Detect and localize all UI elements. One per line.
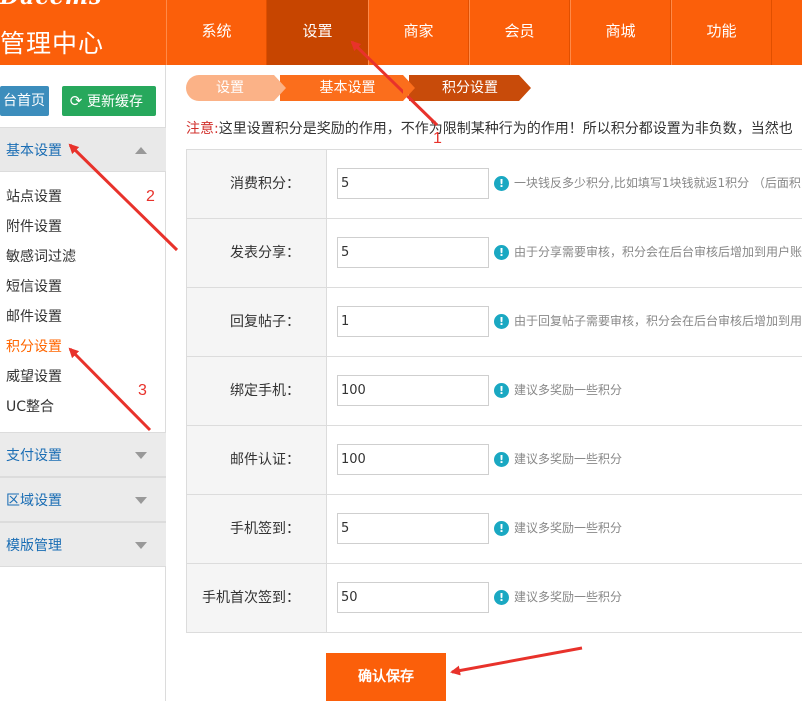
breadcrumb: 设置 基本设置 积分设置 <box>186 75 531 101</box>
sidebar-item-mail-settings[interactable]: 邮件设置 <box>0 302 166 332</box>
field-tip: 一块钱反多少积分,比如填写1块钱就返1积分 （后面积 <box>514 176 801 190</box>
form-row-post-share: 发表分享： ! 由于分享需要审核，积分会在后台审核后增加到用户账 <box>186 219 802 288</box>
reply-post-input[interactable] <box>337 306 489 337</box>
field-label: 手机签到： <box>187 495 327 563</box>
nav-item-system[interactable]: 系统 <box>166 0 267 65</box>
notice-body: 这里设置积分是奖励的作用，不作为限制某种行为的作用！所以积分都设置为非负数，当然… <box>218 121 793 137</box>
post-share-input[interactable] <box>337 237 489 268</box>
form-row-reply-post: 回复帖子： ! 由于回复帖子需要审核，积分会在后台审核后增加到用 <box>186 288 802 357</box>
info-icon: ! <box>494 245 509 260</box>
annotation-number-1: 1 <box>433 130 442 147</box>
main-nav: 系统 设置 商家 会员 商城 功能 <box>166 0 772 65</box>
info-icon: ! <box>494 176 509 191</box>
nav-item-member[interactable]: 会员 <box>469 0 570 65</box>
field-label: 绑定手机： <box>187 357 327 425</box>
field-tip: 建议多奖励一些积分 <box>514 590 623 604</box>
collapse-up-icon <box>135 147 147 154</box>
logo: Dacems <box>0 0 102 8</box>
form-row-phone-first-checkin: 手机首次签到： ! 建议多奖励一些积分 <box>186 564 802 633</box>
chevron-down-icon <box>135 542 147 549</box>
field-tip: 由于分享需要审核，积分会在后台审核后增加到用户账 <box>514 245 802 259</box>
info-icon: ! <box>494 314 509 329</box>
sidebar-group-basic-settings[interactable]: 基本设置 <box>0 127 166 172</box>
sidebar-item-site-settings[interactable]: 站点设置 <box>0 182 166 212</box>
nav-item-merchant[interactable]: 商家 <box>368 0 469 65</box>
sidebar-group-region-settings[interactable]: 区域设置 <box>0 477 166 522</box>
sidebar-item-sensitive-word-filter[interactable]: 敏感词过滤 <box>0 242 166 272</box>
sidebar-group-template-management[interactable]: 模版管理 <box>0 522 166 567</box>
field-label: 邮件认证： <box>187 426 327 494</box>
field-tip: 建议多奖励一些积分 <box>514 452 623 466</box>
notice-text: 注意:这里设置积分是奖励的作用，不作为限制某种行为的作用！所以积分都设置为非负数… <box>186 118 802 138</box>
info-icon: ! <box>494 521 509 536</box>
sidebar-group-label: 区域设置 <box>6 493 62 509</box>
form-row-mail-verify: 邮件认证： ! 建议多奖励一些积分 <box>186 426 802 495</box>
sidebar-group-label: 支付设置 <box>6 448 62 464</box>
chevron-down-icon <box>135 497 147 504</box>
field-label: 回复帖子： <box>187 288 327 356</box>
nav-item-settings[interactable]: 设置 <box>267 0 368 65</box>
main-content: 设置 基本设置 积分设置 注意:这里设置积分是奖励的作用，不作为限制某种行为的作… <box>166 65 802 701</box>
field-label: 发表分享： <box>187 219 327 287</box>
field-label: 消费积分： <box>187 150 327 218</box>
phone-first-checkin-input[interactable] <box>337 582 489 613</box>
annotation-number-3: 3 <box>138 382 147 399</box>
sidebar-tools: 台首页 ⟳ 更新缓存 <box>0 65 166 120</box>
backend-home-button[interactable]: 台首页 <box>0 86 49 116</box>
sidebar-item-attachment-settings[interactable]: 附件设置 <box>0 212 166 242</box>
points-form: 消费积分： ! 一块钱反多少积分,比如填写1块钱就返1积分 （后面积 发表分享：… <box>186 149 802 633</box>
chevron-down-icon <box>135 452 147 459</box>
notice-tag: 注意: <box>186 121 219 137</box>
update-cache-button[interactable]: ⟳ 更新缓存 <box>62 86 156 116</box>
nav-item-mall[interactable]: 商城 <box>570 0 671 65</box>
sidebar-group-label: 模版管理 <box>6 538 62 554</box>
form-row-bind-phone: 绑定手机： ! 建议多奖励一些积分 <box>186 357 802 426</box>
admin-title: 管理中心 <box>0 29 105 58</box>
annotation-number-2: 2 <box>146 188 155 205</box>
info-icon: ! <box>494 383 509 398</box>
refresh-icon: ⟳ <box>69 92 83 110</box>
sidebar-group-payment-settings[interactable]: 支付设置 <box>0 432 166 477</box>
nav-item-functions[interactable]: 功能 <box>671 0 772 65</box>
update-cache-label: 更新缓存 <box>87 94 143 110</box>
phone-checkin-input[interactable] <box>337 513 489 544</box>
field-label: 手机首次签到： <box>187 564 327 632</box>
info-icon: ! <box>494 452 509 467</box>
breadcrumb-points-settings: 积分设置 <box>409 75 531 101</box>
top-header: Dacems 管理中心 系统 设置 商家 会员 商城 功能 <box>0 0 802 65</box>
consume-points-input[interactable] <box>337 168 489 199</box>
mail-verify-input[interactable] <box>337 444 489 475</box>
bind-phone-input[interactable] <box>337 375 489 406</box>
breadcrumb-settings[interactable]: 设置 <box>186 75 286 101</box>
field-tip: 由于回复帖子需要审核，积分会在后台审核后增加到用 <box>514 314 802 328</box>
form-row-phone-checkin: 手机签到： ! 建议多奖励一些积分 <box>186 495 802 564</box>
confirm-save-button[interactable]: 确认保存 <box>326 653 446 701</box>
form-row-consume-points: 消费积分： ! 一块钱反多少积分,比如填写1块钱就返1积分 （后面积 <box>186 150 802 219</box>
sidebar-group-label: 基本设置 <box>6 143 62 159</box>
breadcrumb-basic-settings[interactable]: 基本设置 <box>280 75 415 101</box>
sidebar-item-sms-settings[interactable]: 短信设置 <box>0 272 166 302</box>
field-tip: 建议多奖励一些积分 <box>514 383 623 397</box>
field-tip: 建议多奖励一些积分 <box>514 521 623 535</box>
info-icon: ! <box>494 590 509 605</box>
sidebar-item-points-settings[interactable]: 积分设置 <box>0 332 166 362</box>
